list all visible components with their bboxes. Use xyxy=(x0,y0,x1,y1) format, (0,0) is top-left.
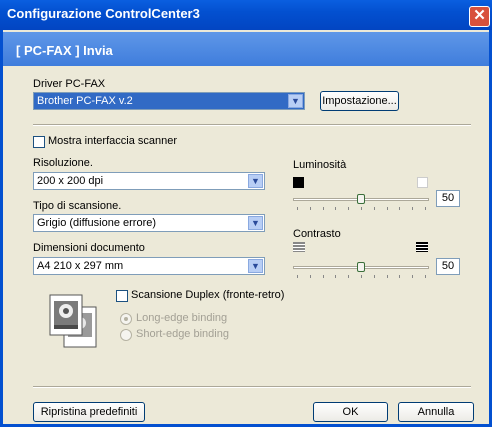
slider-tick xyxy=(348,275,349,278)
resolution-label: Risoluzione. xyxy=(33,157,93,169)
driver-select[interactable]: Brother PC-FAX v.2 ▼ xyxy=(33,92,305,110)
separator xyxy=(33,124,471,126)
slider-tick xyxy=(335,207,336,210)
doc-size-select-value: A4 210 x 297 mm xyxy=(37,260,124,272)
slider-tick xyxy=(361,207,362,210)
show-interface-label: Mostra interfaccia scanner xyxy=(48,135,177,147)
brightness-slider[interactable] xyxy=(293,193,429,213)
slider-tick xyxy=(412,275,413,278)
driver-label: Driver PC-FAX xyxy=(33,78,106,90)
ok-button[interactable]: OK xyxy=(313,402,388,422)
brightness-value[interactable]: 50 xyxy=(436,190,460,207)
short-edge-label: Short-edge binding xyxy=(136,328,229,340)
duplex-document-icon xyxy=(48,293,106,349)
light-swatch-icon xyxy=(417,177,428,188)
close-button[interactable]: ✕ xyxy=(469,6,490,27)
slider-tick xyxy=(425,275,426,278)
slider-tick xyxy=(399,275,400,278)
contrast-thumb[interactable] xyxy=(357,262,365,272)
radio-dot-icon xyxy=(124,317,128,321)
slider-tick xyxy=(323,275,324,278)
chevron-down-icon: ▼ xyxy=(288,94,303,108)
cancel-button[interactable]: Annulla xyxy=(398,402,474,422)
scan-type-select[interactable]: Grigio (diffusione errore) ▼ xyxy=(33,214,265,232)
slider-tick xyxy=(348,207,349,210)
reset-defaults-button[interactable]: Ripristina predefiniti xyxy=(33,402,145,422)
slider-tick xyxy=(374,275,375,278)
chevron-down-icon: ▼ xyxy=(248,174,263,188)
slider-tick xyxy=(310,275,311,278)
scan-type-label: Tipo di scansione. xyxy=(33,200,122,212)
scan-type-select-value: Grigio (diffusione errore) xyxy=(37,217,157,229)
duplex-label: Scansione Duplex (fronte-retro) xyxy=(131,289,285,301)
slider-tick xyxy=(374,207,375,210)
chevron-down-icon: ▼ xyxy=(248,259,263,273)
low-contrast-icon xyxy=(293,242,305,252)
settings-button[interactable]: Impostazione... xyxy=(320,91,399,111)
doc-size-label: Dimensioni documento xyxy=(33,242,145,254)
window-title: Configurazione ControlCenter3 xyxy=(7,6,200,21)
slider-tick xyxy=(335,275,336,278)
slider-tick xyxy=(412,207,413,210)
section-header-text: [ PC-FAX ] Invia xyxy=(16,43,113,58)
slider-tick xyxy=(323,207,324,210)
short-edge-radio[interactable] xyxy=(120,329,132,341)
contrast-value[interactable]: 50 xyxy=(436,258,460,275)
doc-size-select[interactable]: A4 210 x 297 mm ▼ xyxy=(33,257,265,275)
driver-select-value: Brother PC-FAX v.2 xyxy=(37,95,133,107)
resolution-select[interactable]: 200 x 200 dpi ▼ xyxy=(33,172,265,190)
footer-separator xyxy=(33,386,471,388)
brightness-thumb[interactable] xyxy=(357,194,365,204)
contrast-label: Contrasto xyxy=(293,228,341,240)
slider-tick xyxy=(361,275,362,278)
high-contrast-icon xyxy=(416,242,428,252)
slider-tick xyxy=(399,207,400,210)
brightness-label: Luminosità xyxy=(293,159,347,171)
contrast-slider[interactable] xyxy=(293,261,429,281)
long-edge-label: Long-edge binding xyxy=(136,312,228,324)
slider-tick xyxy=(387,207,388,210)
slider-tick xyxy=(387,275,388,278)
long-edge-radio[interactable] xyxy=(120,313,132,325)
show-interface-checkbox[interactable] xyxy=(33,136,45,148)
slider-tick xyxy=(297,207,298,210)
duplex-checkbox[interactable] xyxy=(116,290,128,302)
slider-tick xyxy=(425,207,426,210)
resolution-select-value: 200 x 200 dpi xyxy=(37,175,104,187)
chevron-down-icon: ▼ xyxy=(248,216,263,230)
slider-tick xyxy=(297,275,298,278)
dark-swatch-icon xyxy=(293,177,304,188)
slider-tick xyxy=(310,207,311,210)
